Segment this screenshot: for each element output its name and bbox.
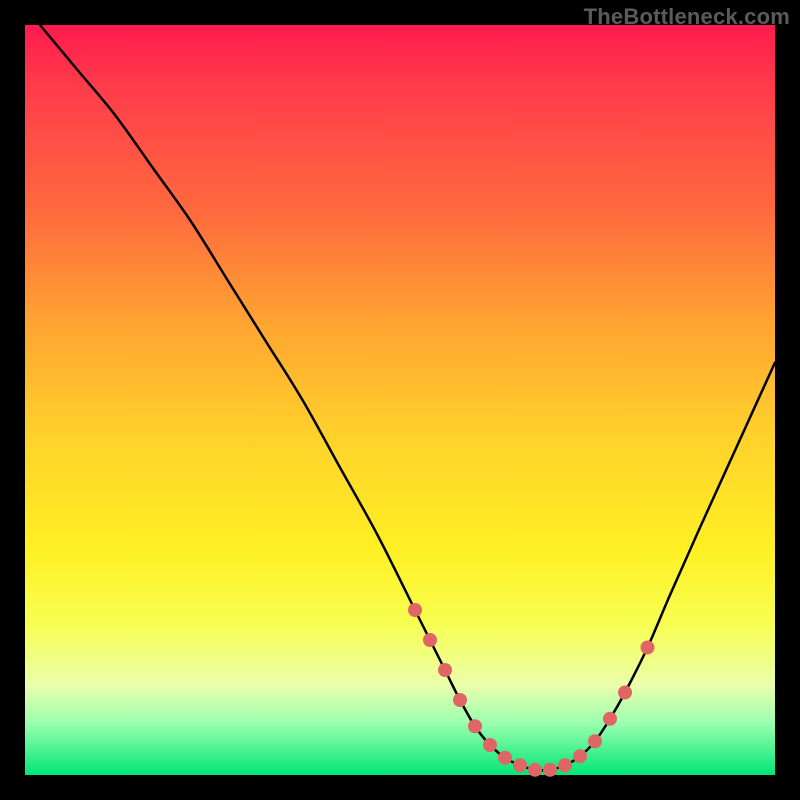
highlight-dot: [453, 693, 467, 707]
plot-area: [25, 25, 775, 775]
highlight-dot: [558, 758, 572, 772]
highlight-dot: [588, 734, 602, 748]
highlight-dot: [408, 603, 422, 617]
highlight-dot: [543, 763, 557, 777]
watermark-text: TheBottleneck.com: [584, 4, 790, 30]
highlight-dot: [641, 641, 655, 655]
highlight-dot: [513, 758, 527, 772]
highlight-dot: [573, 749, 587, 763]
highlight-dot: [603, 712, 617, 726]
curve-svg: [25, 25, 775, 775]
bottleneck-curve: [40, 25, 775, 770]
highlight-dot: [423, 633, 437, 647]
chart-frame: TheBottleneck.com: [0, 0, 800, 800]
highlight-dot: [468, 719, 482, 733]
highlight-dots: [408, 603, 655, 777]
highlight-dot: [618, 686, 632, 700]
highlight-dot: [498, 751, 512, 765]
highlight-dot: [483, 738, 497, 752]
highlight-dot: [438, 663, 452, 677]
highlight-dot: [528, 763, 542, 777]
